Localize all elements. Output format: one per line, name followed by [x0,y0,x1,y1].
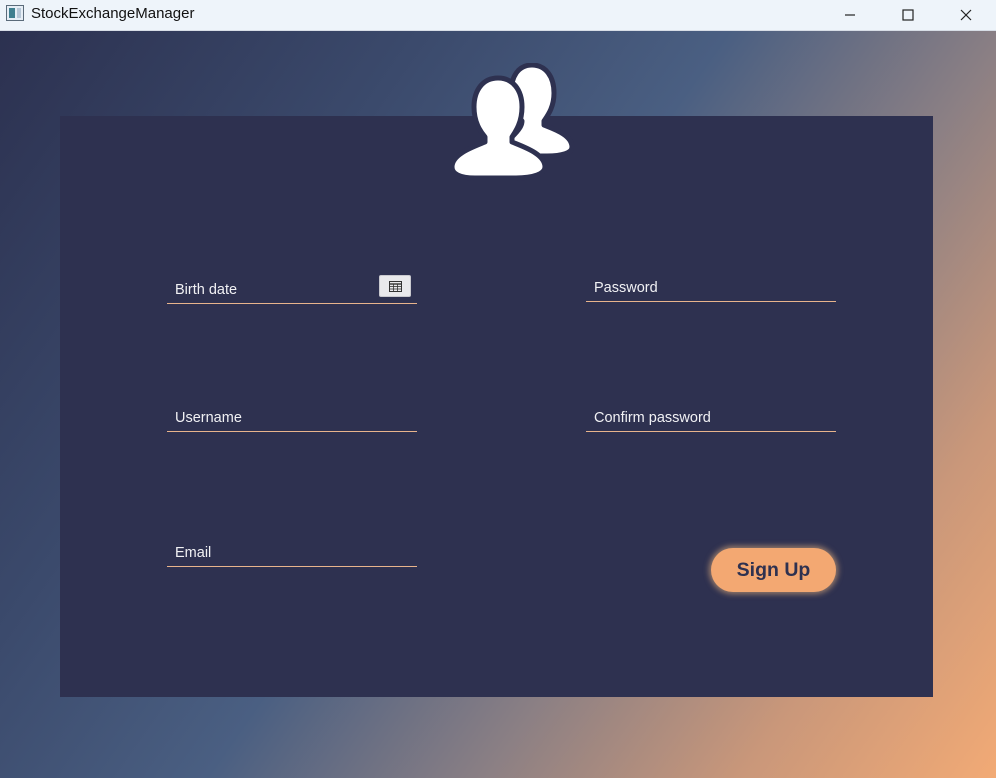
calendar-icon [388,280,402,292]
signup-panel: Birth date Password Username Confirm pas… [60,116,933,697]
maximize-button[interactable] [879,0,937,30]
app-window-icon [6,5,24,21]
username-field[interactable]: Username [167,404,417,432]
email-label: Email [175,545,212,561]
users-icon [450,63,575,181]
password-label: Password [594,280,658,296]
title-bar: StockExchangeManager [0,0,996,31]
confirm-password-field[interactable]: Confirm password [586,404,836,432]
password-field[interactable]: Password [586,274,836,302]
close-button[interactable] [937,0,995,30]
birth-date-label: Birth date [175,282,238,298]
calendar-button[interactable] [379,275,411,297]
confirm-password-label: Confirm password [594,410,711,426]
birth-date-field[interactable]: Birth date [167,275,417,304]
minimize-icon [845,14,855,16]
minimize-button[interactable] [821,0,879,30]
email-field[interactable]: Email [167,539,417,567]
window-title: StockExchangeManager [31,5,195,22]
maximize-icon [902,9,914,21]
sign-up-button[interactable]: Sign Up [711,548,836,592]
window-client-area: Birth date Password Username Confirm pas… [0,31,996,778]
close-icon [960,9,972,21]
username-label: Username [175,410,242,426]
